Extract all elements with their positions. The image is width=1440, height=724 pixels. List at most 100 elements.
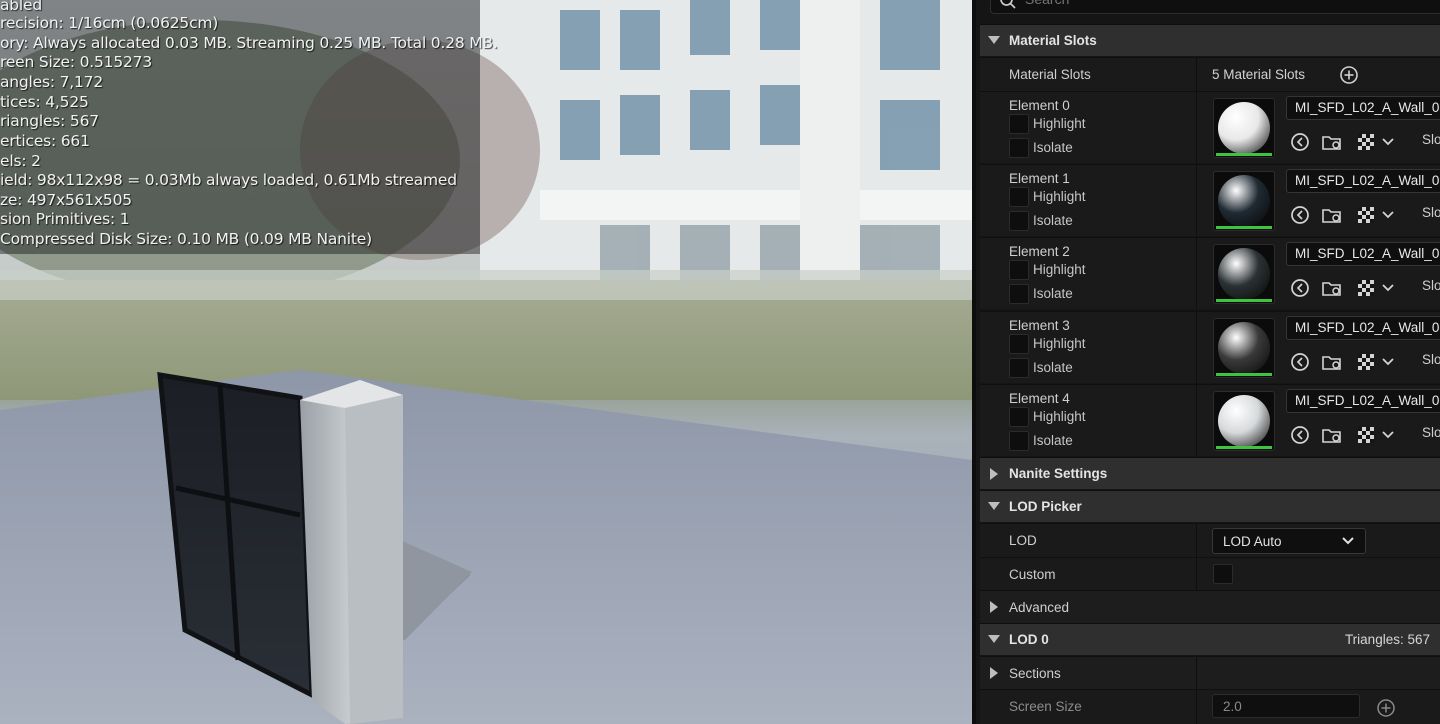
chevron-down-icon[interactable] [1381,277,1395,299]
search-input[interactable] [1025,0,1325,10]
stats-line: ze: 497x561x505 [0,191,132,209]
stats-line: tices: 4,525 [0,93,89,111]
checker-texture-icon[interactable] [1355,131,1377,153]
category-lod-picker[interactable]: LOD Picker [980,490,1440,522]
column-divider [1196,558,1197,590]
material-thumbnail[interactable] [1213,98,1275,158]
stats-line: Compressed Disk Size: 0.10 MB (0.09 MB N… [0,230,372,248]
use-selected-asset-icon[interactable] [1289,131,1311,153]
browse-asset-icon[interactable] [1321,277,1343,299]
material-element-row: Element 3 Highlight Isolate MI_SFD_L02_A_Wa… [980,311,1440,383]
isolate-checkbox[interactable] [1009,138,1029,158]
category-nanite-settings[interactable]: Nanite Settings [980,457,1440,489]
material-picker[interactable]: MI_SFD_L02_A_Wall_09_1 [1286,169,1440,193]
level-viewport[interactable]: abled recision: 1/16cm (0.0625cm) ory: A… [0,0,972,724]
stats-line: ory: Always allocated 0.03 MB. Streaming… [0,34,498,52]
highlight-checkbox[interactable] [1009,114,1029,134]
use-selected-asset-icon[interactable] [1289,424,1311,446]
add-icon[interactable] [1376,698,1396,718]
column-divider [1196,312,1197,383]
browse-asset-icon[interactable] [1321,131,1343,153]
highlight-label: Highlight [1033,262,1086,277]
lod-dropdown-value: LOD Auto [1223,534,1282,549]
material-sphere-preview [1218,322,1270,374]
row-label: Screen Size [1009,699,1082,714]
highlight-checkbox[interactable] [1009,260,1029,280]
material-thumbnail[interactable] [1213,318,1275,378]
stats-line: angles: 7,172 [0,73,104,91]
chevron-down-icon [1342,537,1354,545]
stats-line: riangles: 567 [0,112,99,130]
material-picker[interactable]: MI_SFD_L02_A_Wall_09_2 [1286,242,1440,266]
category-material-slots[interactable]: Material Slots [980,24,1440,56]
stats-overlay: abled recision: 1/16cm (0.0625cm) ory: A… [0,0,498,254]
highlight-checkbox[interactable] [1009,407,1029,427]
material-sphere-preview [1218,248,1270,300]
isolate-checkbox[interactable] [1009,431,1029,451]
column-divider [1196,657,1197,689]
use-selected-asset-icon[interactable] [1289,204,1311,226]
lod-dropdown[interactable]: LOD Auto [1212,528,1366,554]
material-thumbnail[interactable] [1213,391,1275,451]
checker-texture-icon[interactable] [1355,351,1377,373]
material-picker[interactable]: MI_SFD_L02_A_Wall_09_4 [1286,389,1440,413]
column-divider [1196,385,1197,456]
search-icon [1000,0,1016,9]
category-lod-0[interactable]: LOD 0 Triangles: 567 [980,623,1440,655]
row-label: Sections [1009,666,1061,681]
column-divider [1196,58,1197,91]
chevron-down-icon[interactable] [1381,424,1395,446]
highlight-checkbox[interactable] [1009,187,1029,207]
highlight-checkbox[interactable] [1009,334,1029,354]
details-panel: Material Slots Material Slots 5 Material… [972,0,1440,724]
element-label: Element 4 [1009,391,1070,406]
use-selected-asset-icon[interactable] [1289,351,1311,373]
chevron-down-icon[interactable] [1381,204,1395,226]
element-label: Element 0 [1009,98,1070,113]
expand-arrow-icon [988,36,1000,44]
column-divider [1196,165,1197,236]
highlight-label: Highlight [1033,189,1086,204]
slot-name-label: Slot N [1422,278,1440,293]
material-slots-row: Material Slots 5 Material Slots [980,57,1440,91]
row-label: Material Slots [1009,67,1091,82]
isolate-checkbox[interactable] [1009,211,1029,231]
material-thumbnail[interactable] [1213,171,1275,231]
material-picker[interactable]: MI_SFD_L02_A_Wall_09_0 [1286,96,1440,120]
material-picker[interactable]: MI_SFD_L02_A_Wall_09_3 [1286,316,1440,340]
use-selected-asset-icon[interactable] [1289,277,1311,299]
browse-asset-icon[interactable] [1321,424,1343,446]
isolate-checkbox[interactable] [1009,284,1029,304]
category-label: Nanite Settings [1009,466,1108,481]
column-divider [1196,524,1197,557]
material-element-row: Element 2 Highlight Isolate MI_SFD_L02_A_Wa… [980,237,1440,309]
material-element-row: Element 1 Highlight Isolate MI_SFD_L02_A_Wa… [980,164,1440,236]
collapsed-arrow-icon [990,468,998,480]
custom-checkbox[interactable] [1213,564,1233,584]
sections-row[interactable]: Sections [980,656,1440,689]
add-material-slot-icon[interactable] [1339,65,1359,85]
screen-size-input[interactable]: 2.0 [1212,694,1360,718]
element-label: Element 3 [1009,318,1070,333]
stats-line: reen Size: 0.515273 [0,53,152,71]
highlight-label: Highlight [1033,116,1086,131]
isolate-checkbox[interactable] [1009,358,1029,378]
checker-texture-icon[interactable] [1355,424,1377,446]
browse-asset-icon[interactable] [1321,351,1343,373]
material-thumbnail[interactable] [1213,244,1275,304]
expand-arrow-icon [988,635,1000,643]
checker-texture-icon[interactable] [1355,204,1377,226]
chevron-down-icon[interactable] [1381,131,1395,153]
material-sphere-preview [1218,102,1270,154]
browse-asset-icon[interactable] [1321,204,1343,226]
chevron-down-icon[interactable] [1381,351,1395,373]
row-label: LOD [1009,533,1037,548]
isolate-label: Isolate [1033,360,1073,375]
column-divider [1196,690,1197,724]
advanced-row[interactable]: Advanced [980,590,1440,623]
checker-texture-icon[interactable] [1355,277,1377,299]
collapsed-arrow-icon [990,667,998,679]
search-box[interactable] [990,0,1440,14]
lod-row: LOD LOD Auto [980,523,1440,557]
row-label: Advanced [1009,600,1070,615]
